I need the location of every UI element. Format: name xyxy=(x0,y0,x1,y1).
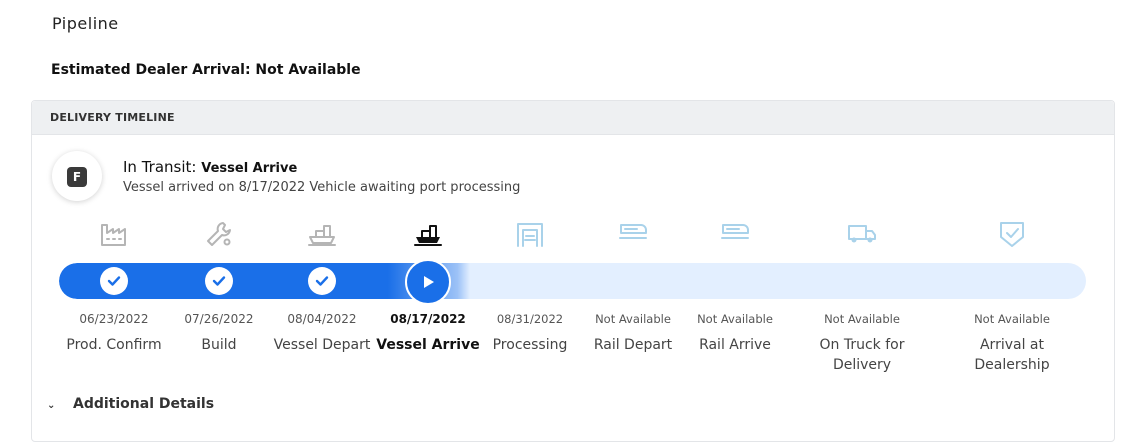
check-icon xyxy=(205,267,233,295)
factory-icon xyxy=(59,219,169,259)
train-icon xyxy=(680,219,790,259)
check-icon xyxy=(308,267,336,295)
stage-label: Rail Depart xyxy=(593,337,673,353)
timeline-stage: 08/31/2022 Processing xyxy=(475,219,585,353)
garage-icon xyxy=(475,219,585,259)
stage-date: Not Available xyxy=(974,312,1050,326)
train-icon xyxy=(578,219,688,259)
additional-details-toggle[interactable]: ⌄ Additional Details xyxy=(47,396,214,412)
stage-date: 08/31/2022 xyxy=(496,312,564,326)
stage-label: Build xyxy=(201,337,237,353)
stage-date: Not Available xyxy=(824,312,900,326)
play-icon xyxy=(405,259,451,305)
timeline-stage: Not Available Arrival at Dealership xyxy=(957,219,1067,373)
status-prefix: In Transit: xyxy=(123,158,197,176)
stage-label: Processing xyxy=(492,337,568,353)
ship-icon xyxy=(267,219,377,259)
page-title: Pipeline xyxy=(52,14,119,33)
stage-date: 08/04/2022 xyxy=(287,312,357,326)
timeline-stage: 06/23/2022 Prod. Confirm xyxy=(59,219,169,353)
wrench-icon xyxy=(164,219,274,259)
additional-details-label: Additional Details xyxy=(73,396,215,412)
brand-avatar: F xyxy=(52,151,102,201)
stage-label: Prod. Confirm xyxy=(66,337,162,353)
shield-check-icon xyxy=(957,219,1067,259)
timeline-stage: 08/04/2022 Vessel Depart xyxy=(267,219,377,353)
stage-date: Not Available xyxy=(595,312,671,326)
stage-label: Vessel Depart xyxy=(273,337,371,353)
timeline-stage: 07/26/2022 Build xyxy=(164,219,274,353)
status-description: Vessel arrived on 8/17/2022 Vehicle awai… xyxy=(123,180,521,195)
ship-icon xyxy=(373,219,483,259)
stage-date: 06/23/2022 xyxy=(79,312,149,326)
check-icon xyxy=(100,267,128,295)
stage-date: Not Available xyxy=(697,312,773,326)
card-header: DELIVERY TIMELINE xyxy=(32,101,1114,135)
card-header-title: DELIVERY TIMELINE xyxy=(50,111,175,124)
timeline-stage: Not Available On Truck for Delivery xyxy=(807,219,917,373)
stage-date: 08/17/2022 xyxy=(390,312,466,326)
brand-letter: F xyxy=(67,167,87,187)
chevron-down-icon: ⌄ xyxy=(47,400,56,411)
timeline-stage: Not Available Rail Arrive xyxy=(680,219,790,353)
status-stage: Vessel Arrive xyxy=(201,161,298,176)
timeline-stage: Not Available Rail Depart xyxy=(578,219,688,353)
estimated-dealer-arrival: Estimated Dealer Arrival: Not Available xyxy=(51,62,361,78)
truck-icon xyxy=(807,219,917,259)
timeline-stage: 08/17/2022 Vessel Arrive xyxy=(373,219,483,353)
stage-label: Vessel Arrive xyxy=(376,337,480,353)
stage-date: 07/26/2022 xyxy=(184,312,254,326)
stage-label: Rail Arrive xyxy=(699,337,771,353)
stage-label: Arrival at Dealership xyxy=(974,337,1050,373)
stage-label: On Truck for Delivery xyxy=(819,337,905,373)
delivery-timeline-card: DELIVERY TIMELINE F In Transit: Vessel A… xyxy=(31,100,1115,442)
status-title: In Transit: Vessel Arrive xyxy=(123,158,297,176)
